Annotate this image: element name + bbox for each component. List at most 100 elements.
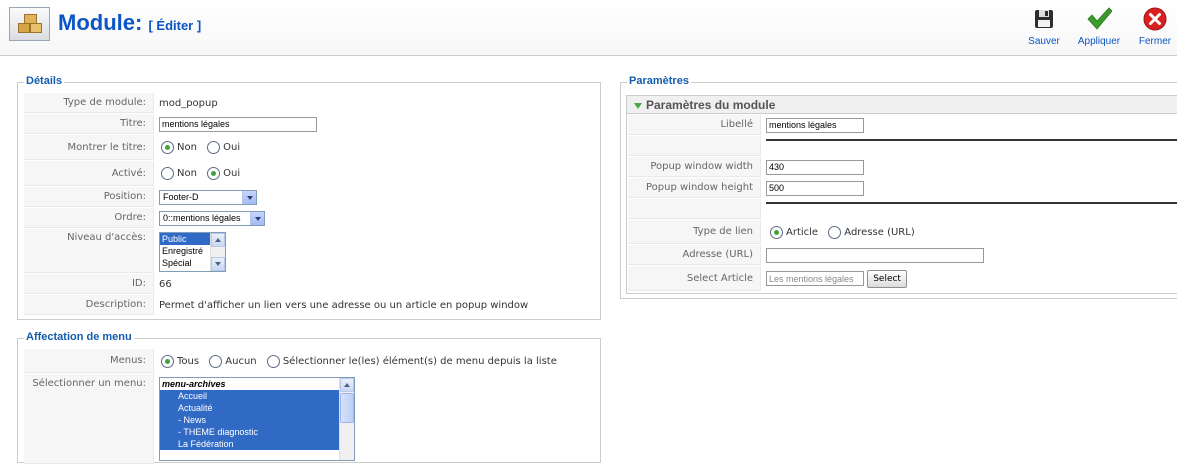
menu-item-theme-diagnostic[interactable]: - THEME diagnostic	[160, 426, 339, 438]
access-scrollbar[interactable]	[210, 233, 225, 271]
row-link-type: Type de lien Article Adresse (URL)	[628, 220, 1177, 244]
link-type-article-label: Article	[786, 226, 819, 238]
close-icon	[1142, 6, 1168, 32]
params-panel-title: Paramètres du module	[646, 98, 776, 112]
page-title-text: Module:	[58, 10, 143, 35]
row-description: Description: Permet d'afficher un lien v…	[24, 295, 598, 315]
expand-triangle-icon	[634, 102, 642, 109]
title-input[interactable]	[159, 116, 317, 132]
menu-assignment-fieldset: Affectation de menu Menus: Tous Aucun Sé…	[17, 331, 601, 465]
popup-width-input[interactable]	[766, 159, 864, 175]
label-url: Adresse (URL)	[628, 245, 761, 265]
access-option-public[interactable]: Public	[160, 233, 210, 245]
module-type-value: mod_popup	[159, 97, 218, 109]
menu-items-listbox[interactable]: menu-archives Accueil Actualité - News -…	[159, 377, 355, 461]
scroll-thumb[interactable]	[340, 393, 354, 423]
scroll-up-icon[interactable]	[340, 378, 354, 392]
label-module-type: Type de module:	[24, 93, 154, 113]
url-input[interactable]	[766, 247, 984, 263]
close-button[interactable]: Fermer	[1130, 6, 1177, 47]
show-title-yes-label: Oui	[223, 142, 241, 153]
menus-none-radio[interactable]	[209, 354, 223, 368]
menu-assignment-table: Menus: Tous Aucun Sélectionner le(les) é…	[23, 348, 599, 465]
order-select-value: 0::mentions légales	[163, 212, 241, 223]
menu-item-actualite[interactable]: Actualité	[160, 402, 339, 414]
label-select-menu: Sélectionner un menu:	[24, 374, 154, 464]
menu-list-scrollbar[interactable]	[339, 378, 354, 460]
row-show-title: Montrer le titre: Non Oui	[24, 135, 598, 160]
order-select[interactable]: 0::mentions légales	[159, 210, 265, 226]
position-select[interactable]: Footer-D	[159, 189, 257, 205]
menu-item-accueil[interactable]: Accueil	[160, 390, 339, 402]
label-id: ID:	[24, 274, 154, 294]
label-access: Niveau d'accès:	[24, 229, 154, 273]
save-button[interactable]: Sauver	[1019, 6, 1069, 47]
module-icon	[9, 7, 50, 41]
label-position: Position:	[24, 187, 154, 207]
menus-all-radio[interactable]	[161, 354, 174, 368]
row-popup-width: Popup window width	[628, 157, 1177, 177]
libelle-input[interactable]	[766, 117, 864, 133]
link-type-url-label: Adresse (URL)	[844, 226, 915, 238]
menus-select-label: Sélectionner le(les) élément(s) de menu …	[282, 355, 557, 367]
row-url: Adresse (URL)	[628, 245, 1177, 265]
row-spacer-2	[628, 199, 1177, 219]
params-panel-header[interactable]: Paramètres du module	[627, 96, 1177, 114]
floppy-disk-icon	[1031, 6, 1057, 32]
params-fieldset: Paramètres Paramètres du module Libellé …	[620, 75, 1177, 299]
label-enabled: Activé:	[24, 161, 154, 186]
chevron-down-icon	[250, 211, 264, 225]
row-select-menu: Sélectionner un menu: menu-archives Accu…	[24, 374, 598, 464]
enabled-no-label: Non	[177, 168, 197, 179]
label-order: Ordre:	[24, 208, 154, 228]
enabled-yes-radio[interactable]	[207, 167, 221, 180]
id-value: 66	[159, 278, 172, 290]
description-value: Permet d'afficher un lien vers une adres…	[159, 299, 529, 311]
label-title: Titre:	[24, 114, 154, 134]
link-type-article-radio[interactable]	[770, 225, 783, 239]
scroll-down-icon[interactable]	[211, 257, 225, 271]
params-legend: Paramètres	[627, 75, 691, 87]
show-title-no-radio[interactable]	[161, 141, 174, 154]
label-libelle: Libellé	[628, 115, 761, 135]
row-access: Niveau d'accès: Public Enregistré Spécia…	[24, 229, 598, 273]
menu-assignment-legend: Affectation de menu	[24, 331, 134, 343]
chevron-down-icon	[242, 190, 256, 204]
menu-group-archives: menu-archives	[162, 379, 226, 389]
link-type-url-radio[interactable]	[828, 225, 842, 239]
row-enabled: Activé: Non Oui	[24, 161, 598, 186]
params-panel: Paramètres du module Libellé Popup windo…	[626, 95, 1177, 294]
page-subtitle: [ Éditer ]	[148, 18, 202, 33]
label-popup-height: Popup window height	[628, 178, 761, 198]
row-popup-height: Popup window height	[628, 178, 1177, 198]
details-table: Type de module: mod_popup Titre: Montrer…	[23, 92, 599, 316]
enabled-no-radio[interactable]	[161, 167, 174, 180]
menus-none-label: Aucun	[225, 355, 257, 367]
row-order: Ordre: 0::mentions légales	[24, 208, 598, 228]
enabled-yes-label: Oui	[223, 168, 241, 179]
menu-item-la-federation[interactable]: La Fédération	[160, 438, 339, 450]
menu-item-news[interactable]: - News	[160, 414, 339, 426]
label-show-title: Montrer le titre:	[24, 135, 154, 160]
menus-all-label: Tous	[177, 355, 200, 367]
menus-select-radio[interactable]	[266, 354, 280, 368]
article-input[interactable]	[766, 271, 864, 286]
row-id: ID: 66	[24, 274, 598, 294]
label-select-article: Select Article	[628, 266, 761, 291]
scroll-up-icon[interactable]	[211, 233, 225, 247]
params-table: Libellé Popup window width Popup window …	[627, 114, 1177, 292]
popup-height-input[interactable]	[766, 180, 864, 196]
position-select-value: Footer-D	[163, 191, 199, 202]
access-listbox[interactable]: Public Enregistré Spécial	[159, 232, 226, 272]
row-select-article: Select Article Select	[628, 266, 1177, 291]
apply-label: Appliquer	[1077, 36, 1121, 47]
select-article-button[interactable]: Select	[867, 269, 907, 288]
label-link-type: Type de lien	[628, 220, 761, 244]
apply-button[interactable]: Appliquer	[1074, 6, 1124, 47]
row-position: Position: Footer-D	[24, 187, 598, 207]
label-popup-width: Popup window width	[628, 157, 761, 177]
details-fieldset: Détails Type de module: mod_popup Titre:…	[17, 75, 601, 320]
details-legend: Détails	[24, 75, 65, 87]
row-menus: Menus: Tous Aucun Sélectionner le(les) é…	[24, 349, 598, 373]
show-title-yes-radio[interactable]	[207, 141, 221, 154]
